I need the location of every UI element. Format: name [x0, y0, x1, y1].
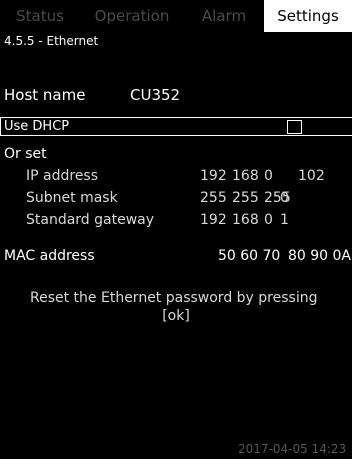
ip-octet-1[interactable]: 192 [200, 168, 227, 184]
tab-bar: Status Operation Alarm Settings [0, 0, 352, 32]
tab-status[interactable]: Status [0, 0, 80, 32]
gateway-octet-4[interactable]: 1 [280, 212, 289, 228]
gateway-octet-3[interactable]: 0 [264, 212, 273, 228]
tab-alarm[interactable]: Alarm [184, 0, 264, 32]
use-dhcp-checkbox[interactable] [287, 120, 302, 134]
mask-octet-4[interactable]: 0 [280, 190, 289, 206]
subnet-mask-label: Subnet mask [26, 190, 118, 206]
gateway-octet-1[interactable]: 192 [200, 212, 227, 228]
ip-octet-3[interactable]: 0 [264, 168, 273, 184]
breadcrumb: 4.5.5 - Ethernet [4, 34, 99, 48]
use-dhcp-row[interactable]: Use DHCP [0, 117, 352, 136]
mac-address-part-2: 80 90 0A [288, 248, 352, 264]
or-set-heading: Or set [4, 146, 47, 162]
timestamp: 2017-04-05 14:23 [238, 442, 347, 456]
mac-address-label: MAC address [4, 248, 95, 264]
tab-operation[interactable]: Operation [80, 0, 184, 32]
mac-address-part-1: 50 60 70 [218, 248, 281, 264]
host-name-label: Host name [4, 86, 86, 104]
gateway-octet-2[interactable]: 168 [232, 212, 259, 228]
reset-ok-hint: [ok] [162, 308, 190, 324]
gateway-label: Standard gateway [26, 212, 155, 228]
ip-octet-4[interactable]: 102 [298, 168, 325, 184]
tab-settings[interactable]: Settings [264, 0, 352, 32]
mask-octet-1[interactable]: 255 [200, 190, 227, 206]
ip-octet-2[interactable]: 168 [232, 168, 259, 184]
use-dhcp-label: Use DHCP [4, 119, 70, 134]
ip-address-label: IP address [26, 168, 99, 184]
mask-octet-2[interactable]: 255 [232, 190, 259, 206]
reset-password-text: Reset the Ethernet password by pressing [30, 290, 318, 306]
host-name-value: CU352 [130, 86, 181, 104]
